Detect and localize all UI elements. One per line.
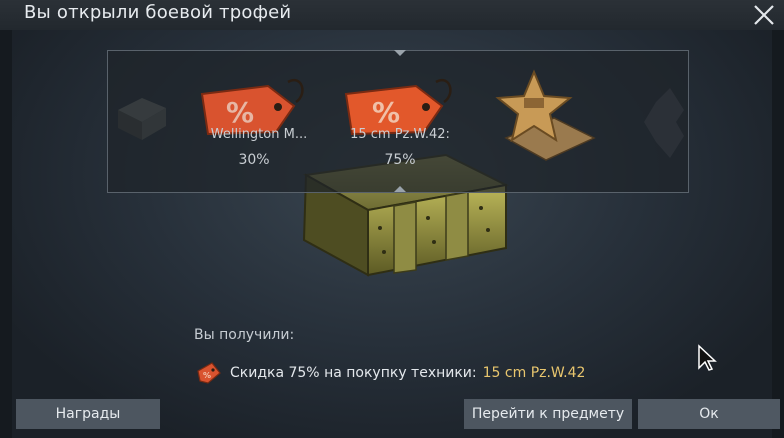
star-badge-icon <box>495 69 596 161</box>
ok-button[interactable]: Ок <box>638 399 780 429</box>
carousel-top-marker-icon <box>394 50 406 56</box>
mouse-cursor-icon <box>698 344 717 371</box>
reward-item-name[interactable]: 15 cm Pz.W.42 <box>483 365 586 381</box>
reward-description: Скидка 75% на покупку техники: <box>230 365 477 381</box>
carousel-item-label: Wellington M... <box>210 127 308 142</box>
svg-text:%: % <box>203 371 211 380</box>
reward-line: % Скидка 75% на покупку техники: 15 cm P… <box>196 361 585 385</box>
carousel-item-label: 15 cm Pz.W.42: <box>350 127 450 142</box>
faded-item-icon <box>644 88 684 158</box>
close-icon[interactable] <box>748 0 778 30</box>
result-heading: Вы получили: <box>194 327 295 343</box>
svg-text:%: % <box>226 96 254 129</box>
right-frame-edge <box>772 0 784 438</box>
carousel-item-percent: 75% <box>384 152 416 168</box>
svg-text:%: % <box>372 96 400 129</box>
discount-tag-icon: % <box>197 362 221 384</box>
left-frame-edge <box>0 0 12 438</box>
faded-crate-icon <box>118 98 166 140</box>
go-to-item-button[interactable]: Перейти к предмету <box>464 399 632 429</box>
window-title: Вы открыли боевой трофей <box>24 2 292 23</box>
carousel-bottom-marker-icon <box>394 186 406 192</box>
rewards-button[interactable]: Награды <box>16 399 160 429</box>
title-bar: Вы открыли боевой трофей <box>0 0 784 30</box>
carousel-item-percent: 30% <box>238 152 270 168</box>
